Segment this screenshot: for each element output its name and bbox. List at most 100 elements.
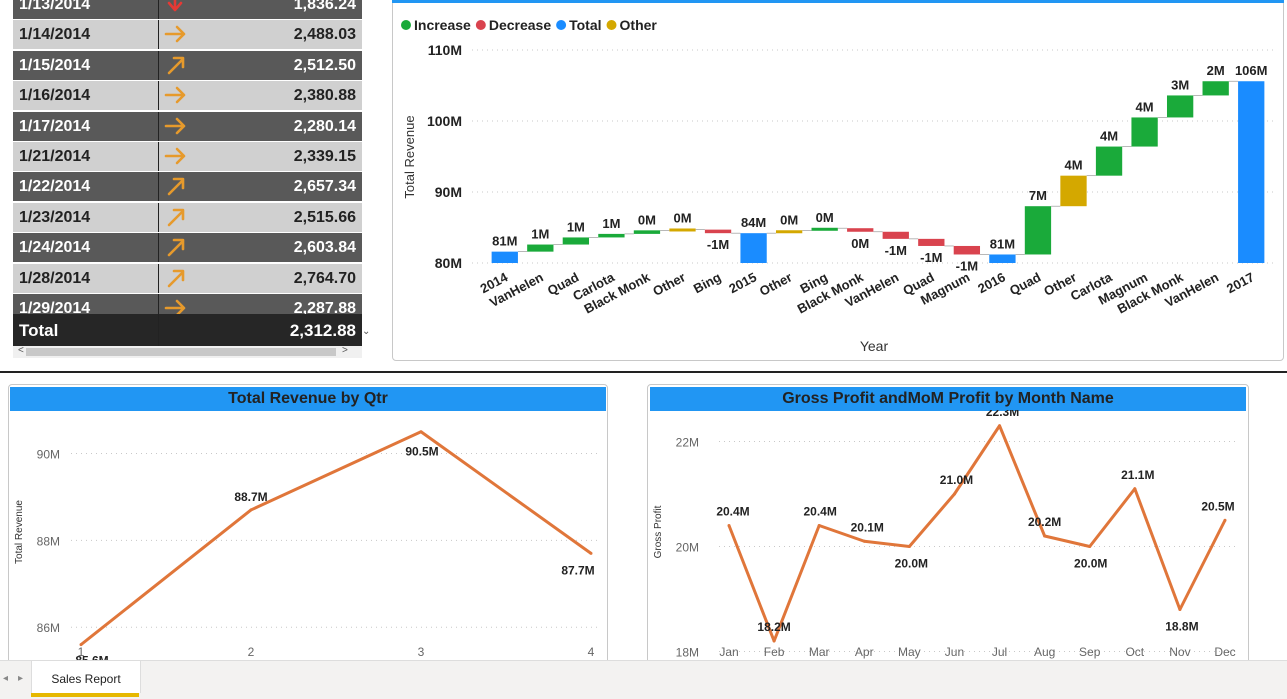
row-date: 1/17/2014 — [19, 117, 91, 135]
x-tick-label: Jul — [992, 645, 1007, 659]
arrow-glyph — [164, 299, 186, 314]
data-label: 21.0M — [940, 473, 973, 487]
waterfall-bar — [847, 228, 874, 232]
waterfall-bar — [740, 233, 767, 263]
data-label: -1M — [956, 258, 978, 273]
data-label: -1M — [920, 250, 942, 265]
scroll-right-icon[interactable]: > — [342, 345, 348, 356]
waterfall-bar — [1131, 117, 1158, 147]
x-tick-label: Sep — [1079, 645, 1101, 659]
row-value: 2,488.03 — [293, 26, 356, 44]
x-tick-label: Apr — [855, 645, 874, 659]
row-value: 2,339.15 — [293, 148, 356, 165]
row-value: 2,280.14 — [293, 117, 356, 135]
data-label: 22.3M — [986, 410, 1019, 419]
x-tick-label: Bing — [691, 269, 724, 296]
waterfall-bar — [669, 228, 696, 232]
waterfall-bar — [1202, 81, 1229, 96]
legend-marker — [556, 20, 567, 30]
tab-next-icon[interactable]: ▸ — [18, 673, 23, 684]
data-point — [772, 639, 776, 643]
arrow-right-icon — [164, 147, 186, 165]
waterfall-bar — [633, 230, 661, 234]
table-row[interactable]: 1/28/2014 2,764.70 — [13, 263, 362, 293]
data-label: 20.2M — [1028, 515, 1061, 529]
row-value: 2,515.66 — [293, 208, 356, 226]
table-row[interactable]: 1/29/2014 2,287.88 — [13, 294, 362, 314]
x-tick-label: May — [898, 645, 921, 659]
column-divider — [158, 202, 159, 232]
arrow-up-right-icon — [167, 269, 185, 287]
scrollbar-thumb[interactable] — [26, 348, 336, 356]
y-tick-label: 86M — [37, 621, 60, 635]
x-tick-label: Mar — [809, 645, 830, 659]
row-date: 1/29/2014 — [19, 300, 91, 314]
chevron-down-icon[interactable]: ⌄ — [362, 326, 372, 340]
data-point — [952, 492, 956, 496]
x-tick-label: Other — [757, 269, 795, 299]
tab-nav: ◂ ▸ — [0, 660, 30, 698]
row-value: 2,512.50 — [293, 56, 356, 74]
data-point — [1223, 518, 1227, 522]
row-value: 2,764.70 — [293, 269, 356, 287]
data-point — [862, 539, 866, 543]
data-label: 18.2M — [757, 620, 790, 634]
data-label: 4M — [1064, 158, 1082, 173]
data-label: 106M — [1235, 63, 1268, 78]
series-line — [80, 430, 592, 646]
y-tick-label: 88M — [37, 534, 60, 548]
table-row[interactable]: 1/14/2014 2,488.03 — [13, 20, 362, 50]
table-row[interactable]: 1/23/2014 2,515.66 — [13, 202, 362, 232]
column-divider — [158, 172, 159, 202]
y-tick-label: 18M — [676, 646, 699, 660]
row-date: 1/23/2014 — [19, 208, 91, 226]
data-label: 18.8M — [1165, 620, 1198, 634]
data-point — [1088, 545, 1092, 548]
data-point — [1178, 608, 1182, 611]
arrow-glyph — [167, 208, 185, 227]
arrow-glyph — [167, 56, 185, 75]
y-tick-label: 90M — [37, 447, 60, 461]
x-tick-label: 1 — [78, 645, 85, 659]
tab-sales-report[interactable]: Sales Report — [31, 661, 141, 693]
table-row[interactable]: 1/22/2014 2,657.34 — [13, 172, 362, 202]
data-label: 2M — [1207, 63, 1225, 78]
y-tick-label: 80M — [435, 255, 462, 271]
waterfall-bar — [989, 254, 1016, 263]
tab-prev-icon[interactable]: ◂ — [3, 673, 8, 684]
waterfall-bar — [775, 230, 803, 234]
data-point — [998, 424, 1002, 428]
legend-marker — [606, 20, 617, 30]
scroll-left-icon[interactable]: < — [18, 345, 24, 356]
y-tick-label: 22M — [676, 436, 699, 450]
table-row[interactable]: 1/17/2014 2,280.14 — [13, 111, 362, 141]
data-point — [1133, 487, 1137, 491]
legend-marker — [401, 20, 411, 30]
table-row[interactable]: 1/16/2014 2,380.88 — [13, 81, 362, 111]
x-tick-label: 2017 — [1224, 269, 1257, 296]
table-row[interactable]: 1/21/2014 2,339.15 — [13, 142, 362, 171]
table-row[interactable]: 1/13/2014 1,836.24 — [13, 0, 362, 19]
arrow-glyph — [164, 117, 186, 134]
waterfall-bar — [1095, 146, 1123, 176]
data-label: 0M — [851, 236, 869, 251]
table-row[interactable]: 1/15/2014 2,512.50 — [13, 50, 362, 80]
arrow-glyph — [164, 147, 186, 165]
revenue-table: 1/13/2014 1,836.24 1/14/2014 2,488.03 1/15/2… — [13, 0, 362, 314]
data-label: 84M — [741, 215, 766, 230]
table-row[interactable]: 1/24/2014 2,603.84 — [13, 233, 362, 263]
arrow-up-right-icon — [167, 56, 185, 75]
y-tick-label: 110M — [428, 42, 462, 58]
row-date: 1/24/2014 — [19, 239, 91, 257]
arrow-right-icon — [164, 299, 186, 314]
arrow-right-icon — [164, 26, 186, 43]
section-divider — [0, 371, 1287, 373]
gross-profit-title: Gross Profit andMoM Profit by Month Name — [650, 387, 1246, 411]
waterfall-bar — [704, 229, 732, 234]
column-divider — [158, 263, 159, 293]
row-value: 2,380.88 — [293, 87, 356, 105]
data-label: 88.7M — [234, 490, 267, 504]
arrow-glyph — [167, 0, 183, 12]
data-label: 20.0M — [895, 557, 928, 571]
revenue-by-qtr-chart: 86M88M90MTotal Revenue85.6M188.7M290.5M3… — [14, 430, 601, 662]
